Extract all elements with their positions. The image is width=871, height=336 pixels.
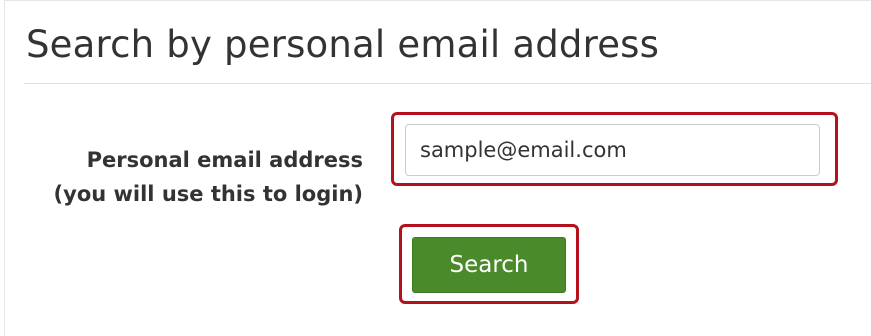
search-button[interactable]: Search: [412, 237, 566, 293]
panel-top-border: [4, 0, 871, 1]
email-label-line1: Personal email address: [86, 148, 363, 172]
email-label-line2: (you will use this to login): [53, 182, 363, 206]
title-divider: [24, 83, 871, 84]
email-field-label: Personal email address (you will use thi…: [54, 143, 363, 211]
email-field[interactable]: [405, 124, 820, 176]
panel-left-border: [4, 0, 5, 336]
search-panel: Search by personal email address Persona…: [0, 0, 871, 336]
page-title: Search by personal email address: [26, 23, 660, 66]
